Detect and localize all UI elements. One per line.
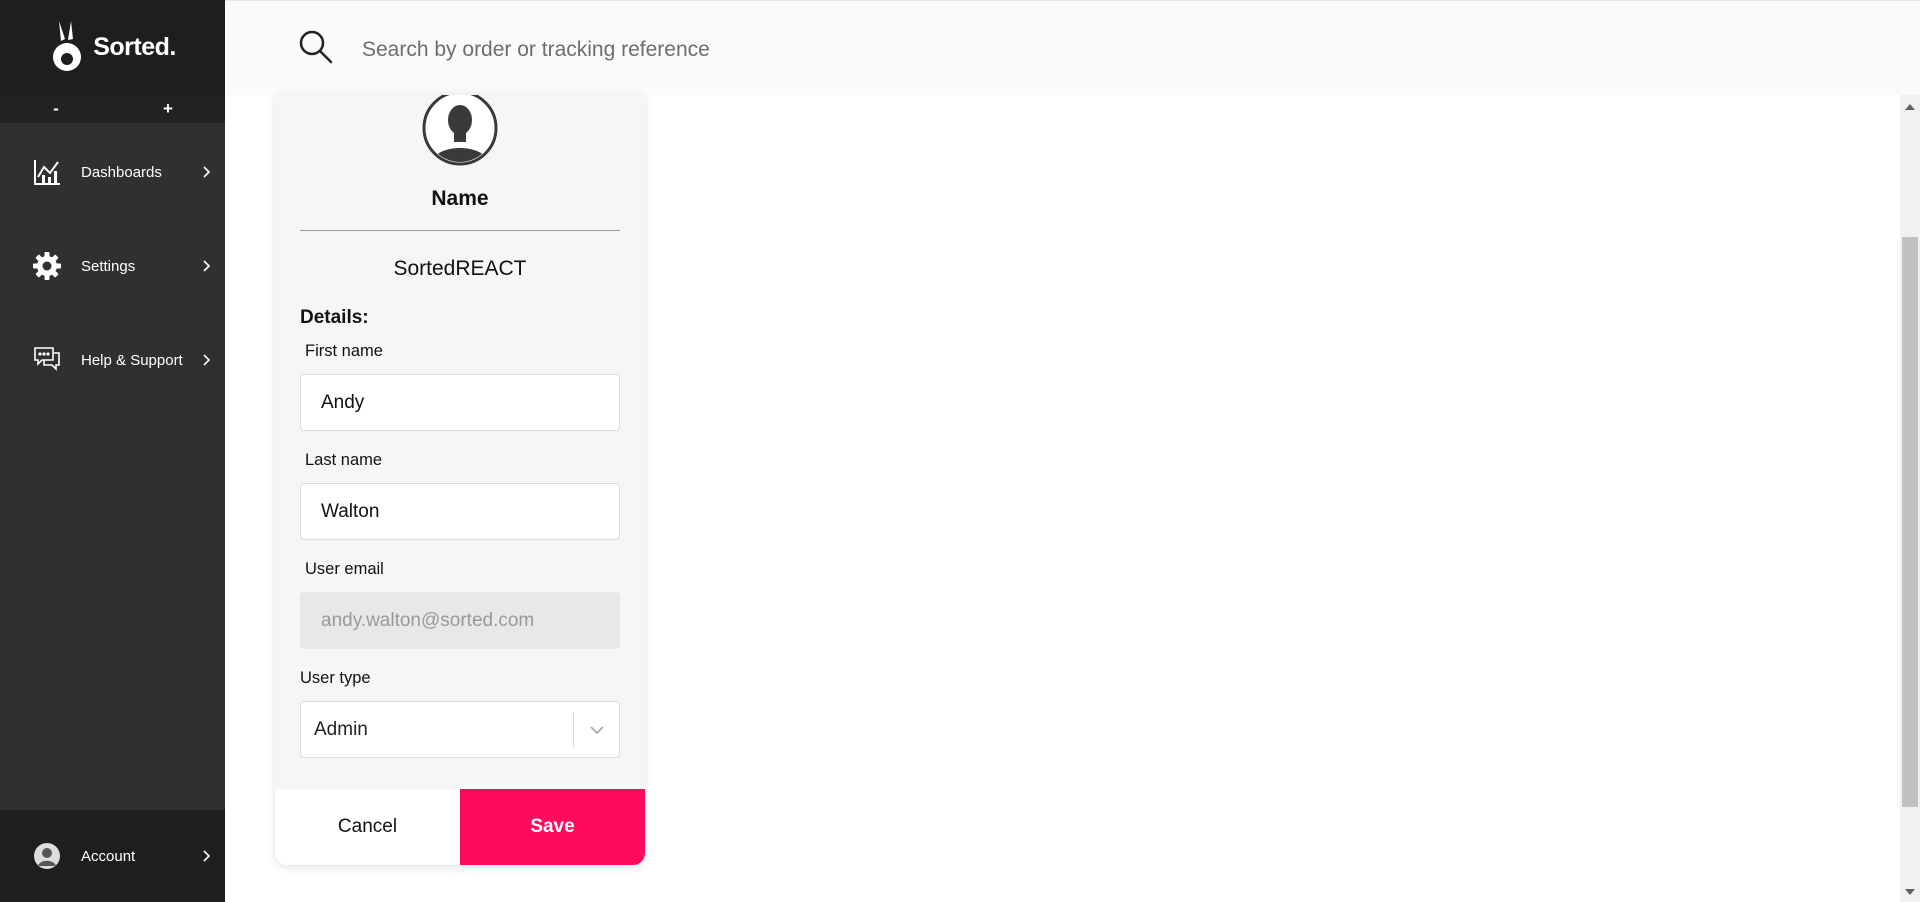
user-type-label: User type	[300, 669, 371, 687]
details-heading: Details:	[300, 307, 369, 328]
user-email-field	[300, 592, 620, 649]
search-icon[interactable]	[297, 28, 335, 66]
chevron-right-icon	[203, 850, 211, 862]
chevron-down-icon	[590, 726, 604, 735]
sidebar-item-label: Dashboards	[81, 163, 162, 181]
sidebar-item-label: Settings	[81, 257, 136, 275]
cancel-button[interactable]: Cancel	[275, 789, 460, 865]
user-icon	[32, 841, 62, 871]
logo-text: Sorted.	[93, 33, 176, 61]
user-profile-card: Name SortedREACT Details: First name Las…	[275, 95, 645, 865]
profile-name-heading: Name	[431, 187, 489, 210]
avatar-icon	[422, 95, 498, 166]
last-name-label: Last name	[305, 451, 383, 469]
chat-icon	[32, 345, 62, 375]
save-button[interactable]: Save	[460, 789, 645, 865]
first-name-label: First name	[305, 342, 383, 360]
sidebar-item-account[interactable]: Account	[0, 826, 225, 886]
sidebar-item-dashboards[interactable]: Dashboards	[0, 142, 225, 202]
user-email-label: User email	[305, 560, 384, 578]
zoom-in-button[interactable]: +	[156, 97, 180, 121]
zoom-out-button[interactable]: -	[44, 97, 68, 121]
sidebar-item-settings[interactable]: Settings	[0, 236, 225, 296]
chevron-right-icon	[203, 260, 211, 272]
first-name-field[interactable]	[300, 374, 620, 431]
chart-icon	[32, 157, 62, 187]
chevron-right-icon	[203, 354, 211, 366]
sidebar: Sorted. - + Dashboards Settings Help & S…	[0, 0, 225, 902]
scroll-up-arrow-icon[interactable]	[1905, 104, 1915, 110]
sidebar-item-label: Help & Support	[81, 351, 183, 369]
scroll-thumb[interactable]	[1902, 237, 1918, 807]
sidebar-item-label: Account	[81, 847, 136, 865]
sidebar-item-help-support[interactable]: Help & Support	[0, 330, 225, 390]
user-type-value: Admin	[314, 719, 368, 740]
sorted-logo-icon	[53, 20, 82, 71]
last-name-field[interactable]	[300, 483, 620, 540]
top-search-bar	[225, 0, 1920, 95]
gear-icon	[32, 251, 62, 281]
chevron-right-icon	[203, 166, 211, 178]
select-separator	[573, 712, 574, 747]
scrollbar[interactable]	[1900, 95, 1920, 902]
sidebar-account-section: Account	[0, 810, 225, 902]
search-input[interactable]	[360, 29, 1064, 71]
divider	[300, 230, 620, 231]
user-type-select[interactable]: Admin	[300, 701, 620, 758]
company-name: SortedREACT	[393, 257, 527, 280]
scroll-down-arrow-icon[interactable]	[1905, 889, 1915, 895]
sidebar-zoom-controls: - +	[0, 95, 225, 123]
logo[interactable]: Sorted.	[0, 0, 225, 95]
